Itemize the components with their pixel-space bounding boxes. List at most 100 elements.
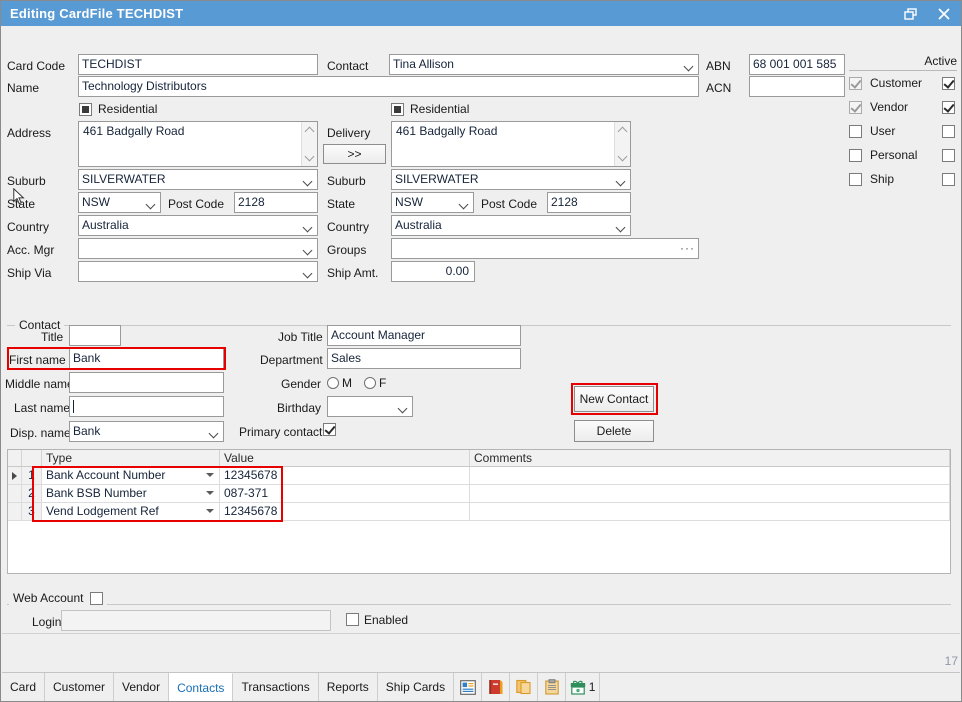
gender-radio-f-button[interactable] (364, 377, 376, 389)
restore-icon[interactable] (893, 1, 927, 26)
gender-radio-f[interactable]: F (364, 376, 386, 390)
scroll-up-arrow-icon[interactable] (304, 126, 315, 137)
mouse-cursor (13, 188, 25, 205)
copy-pages-glyph (515, 679, 531, 695)
row-type-select[interactable]: Bank Account Number (42, 467, 220, 484)
state-select-address[interactable]: NSW (78, 192, 161, 213)
row-type-select[interactable]: Vend Lodgement Ref (42, 503, 220, 520)
table-row[interactable]: 3 Vend Lodgement Ref 12345678 (8, 503, 950, 521)
suburb-select-delivery[interactable]: SILVERWATER (391, 169, 631, 190)
tab-card[interactable]: Card (2, 673, 46, 701)
department-input[interactable]: Sales (327, 348, 521, 369)
grid-header-comments[interactable]: Comments (470, 450, 950, 466)
address-scrollbar[interactable] (301, 122, 317, 166)
first-name-input[interactable]: Bank (69, 348, 224, 369)
delivery-scrollbar[interactable] (614, 122, 630, 166)
web-account-enable-checkbox[interactable] (89, 591, 103, 605)
postcode-input-address[interactable]: 2128 (234, 192, 318, 213)
groups-input[interactable]: ··· (391, 238, 699, 259)
residential-checkbox-address[interactable]: Residential (79, 102, 157, 116)
row-comments[interactable] (470, 503, 950, 520)
flag-row-user: User (849, 119, 957, 143)
copy-pages-icon[interactable] (510, 673, 539, 701)
delivery-scroll-up-arrow-icon[interactable] (617, 126, 628, 137)
gender-radio-m-button[interactable] (327, 377, 339, 389)
delivery-textarea[interactable]: 461 Badgally Road (391, 121, 631, 167)
row-comments[interactable] (470, 485, 950, 502)
middle-name-input[interactable] (69, 372, 224, 393)
grid-header-type[interactable]: Type (42, 450, 220, 466)
address-textarea[interactable]: 461 Badgally Road (78, 121, 318, 167)
tab-contacts[interactable]: Contacts (169, 673, 234, 701)
active-checkbox-user[interactable] (942, 124, 955, 138)
tab-customer[interactable]: Customer (45, 673, 115, 701)
chevron-down-icon[interactable] (206, 491, 214, 495)
abn-input[interactable]: 68 001 001 585 (749, 54, 845, 75)
birthday-select[interactable] (327, 396, 413, 417)
row-value[interactable]: 087-371 (220, 485, 470, 502)
card-detail-glyph (459, 679, 476, 695)
job-title-input[interactable]: Account Manager (327, 325, 521, 346)
money-gift-icon[interactable]: 1 (566, 673, 601, 701)
disp-name-select[interactable]: Bank (69, 421, 224, 442)
copy-address-button[interactable]: >> (323, 144, 386, 164)
row-value[interactable]: 12345678 (220, 503, 470, 520)
acn-input[interactable] (749, 76, 845, 97)
residential-checkbox-delivery[interactable]: Residential (391, 102, 469, 116)
row-type-select[interactable]: Bank BSB Number (42, 485, 220, 502)
row-value[interactable]: 12345678 (220, 467, 470, 484)
name-input[interactable]: Technology Distributors (78, 76, 699, 97)
new-contact-button[interactable]: New Contact (574, 386, 654, 412)
close-icon[interactable] (927, 1, 961, 26)
flag-checkbox-user[interactable] (849, 124, 862, 138)
flag-checkbox-personal[interactable] (849, 148, 862, 162)
country-select-delivery[interactable]: Australia (391, 215, 631, 236)
binder-icon[interactable] (482, 673, 511, 701)
acc-mgr-select[interactable] (78, 238, 318, 259)
gender-radio-m[interactable]: M (327, 376, 352, 390)
primary-contact-checkbox[interactable] (323, 423, 336, 436)
postcode-input-delivery[interactable]: 2128 (547, 192, 631, 213)
flag-row-vendor: Vendor (849, 95, 957, 119)
suburb-select-address[interactable]: SILVERWATER (78, 169, 318, 190)
last-name-input[interactable] (69, 396, 224, 417)
web-enabled-checkbox[interactable] (346, 613, 359, 626)
tab-reports[interactable]: Reports (319, 673, 378, 701)
active-checkbox-personal[interactable] (942, 148, 955, 162)
residential-checkbox-address-box[interactable] (79, 102, 92, 116)
birthday-label: Birthday (277, 401, 322, 415)
acn-label: ACN (706, 81, 732, 95)
active-checkbox-customer[interactable] (942, 76, 955, 90)
contact-details-grid[interactable]: Type Value Comments 1 Bank Account Number… (7, 449, 951, 574)
title-input[interactable] (69, 325, 121, 346)
delete-contact-button[interactable]: Delete (574, 420, 654, 442)
grid-header-value[interactable]: Value (220, 450, 470, 466)
chevron-down-icon[interactable] (206, 473, 214, 477)
tab-ship-cards[interactable]: Ship Cards (378, 673, 455, 701)
card-code-input[interactable]: TECHDIST (78, 54, 318, 75)
login-id-input[interactable] (61, 610, 331, 631)
flag-row-customer: Customer (849, 71, 957, 95)
tab-transactions[interactable]: Transactions (233, 673, 319, 701)
residential-checkbox-delivery-box[interactable] (391, 102, 404, 116)
ship-via-select[interactable] (78, 261, 318, 282)
active-checkbox-vendor[interactable] (942, 100, 955, 114)
active-checkbox-ship[interactable] (942, 172, 955, 186)
chevron-down-icon[interactable] (206, 509, 214, 513)
flag-checkbox-ship[interactable] (849, 172, 862, 186)
country-select-address[interactable]: Australia (78, 215, 318, 236)
delivery-scroll-down-arrow-icon[interactable] (617, 151, 628, 162)
state-select-delivery[interactable]: NSW (391, 192, 474, 213)
job-title-label: Job Title (278, 330, 323, 344)
tab-vendor[interactable]: Vendor (114, 673, 170, 701)
row-comments[interactable] (470, 467, 950, 484)
scroll-down-arrow-icon[interactable] (304, 151, 315, 162)
clipboard-icon[interactable] (538, 673, 567, 701)
row-indicator (8, 467, 22, 484)
table-row[interactable]: 2 Bank BSB Number 087-371 (8, 485, 950, 503)
table-row[interactable]: 1 Bank Account Number 12345678 (8, 467, 950, 485)
groups-ellipsis-button[interactable]: ··· (680, 239, 695, 258)
card-detail-icon[interactable] (454, 673, 483, 701)
contact-select[interactable]: Tina Allison (389, 54, 699, 75)
ship-amt-input[interactable]: 0.00 (391, 261, 475, 282)
